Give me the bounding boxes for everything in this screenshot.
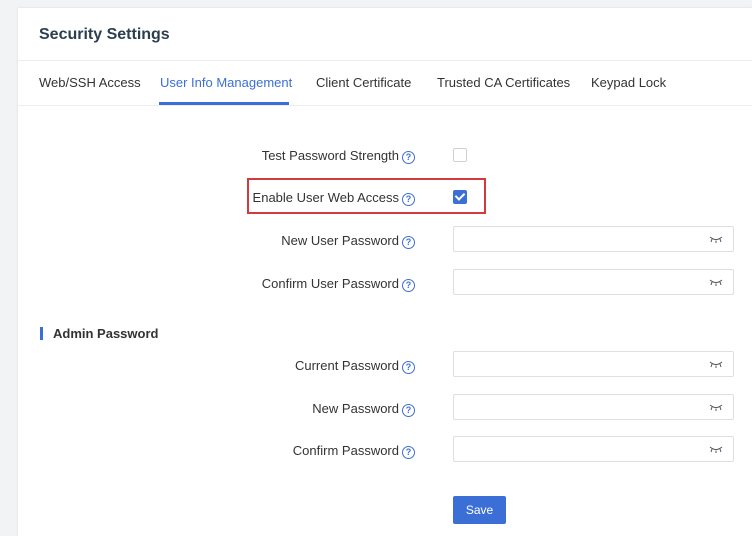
new-user-password-input[interactable] [454, 227, 714, 253]
security-settings-panel: Security Settings Web/SSH Access User In… [18, 8, 752, 536]
test-password-strength-checkbox[interactable] [453, 148, 467, 162]
active-tab-indicator [159, 102, 289, 105]
tab-web-ssh-access[interactable]: Web/SSH Access [39, 75, 141, 90]
help-icon[interactable]: ? [402, 151, 415, 164]
new-password-input[interactable] [454, 395, 714, 421]
help-icon[interactable]: ? [402, 236, 415, 249]
help-icon[interactable]: ? [402, 193, 415, 206]
tab-trusted-ca-certificates[interactable]: Trusted CA Certificates [437, 75, 570, 90]
test-password-strength-label: Test Password Strength? [40, 148, 415, 164]
save-button[interactable]: Save [453, 496, 506, 524]
tab-bar: Web/SSH Access User Info Management Clie… [18, 61, 752, 106]
eye-closed-icon[interactable] [709, 234, 723, 244]
confirm-user-password-label: Confirm User Password? [40, 276, 415, 292]
admin-password-heading: Admin Password [53, 326, 159, 341]
new-password-label: New Password? [40, 401, 415, 417]
section-indicator [40, 327, 43, 340]
enable-user-web-access-checkbox[interactable] [453, 190, 467, 204]
help-icon[interactable]: ? [402, 404, 415, 417]
panel-header: Security Settings [18, 8, 752, 61]
confirm-user-password-input[interactable] [454, 270, 714, 296]
help-icon[interactable]: ? [402, 446, 415, 459]
tab-keypad-lock[interactable]: Keypad Lock [591, 75, 666, 90]
tab-user-info-management[interactable]: User Info Management [160, 75, 292, 90]
eye-closed-icon[interactable] [709, 277, 723, 287]
enable-user-web-access-label: Enable User Web Access? [40, 190, 415, 206]
confirm-password-input[interactable] [454, 437, 714, 463]
tab-client-certificate[interactable]: Client Certificate [316, 75, 411, 90]
confirm-user-password-field[interactable] [453, 269, 734, 296]
new-user-password-label: New User Password? [40, 233, 415, 249]
confirm-password-field[interactable] [453, 436, 734, 463]
help-icon[interactable]: ? [402, 361, 415, 374]
current-password-field[interactable] [453, 351, 734, 378]
eye-closed-icon[interactable] [709, 444, 723, 454]
new-password-field[interactable] [453, 394, 734, 421]
new-user-password-field[interactable] [453, 226, 734, 253]
eye-closed-icon[interactable] [709, 402, 723, 412]
confirm-password-label: Confirm Password? [40, 443, 415, 459]
page-title: Security Settings [39, 26, 170, 43]
help-icon[interactable]: ? [402, 279, 415, 292]
current-password-label: Current Password? [40, 358, 415, 374]
eye-closed-icon[interactable] [709, 359, 723, 369]
current-password-input[interactable] [454, 352, 714, 378]
